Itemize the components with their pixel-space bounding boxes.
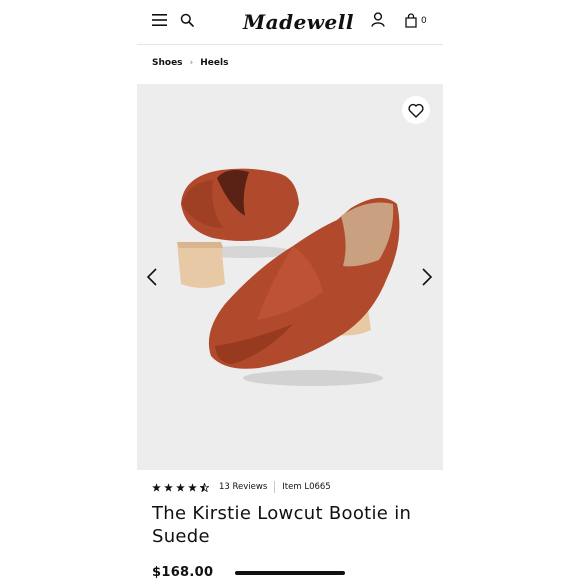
- product-price: $168.00: [152, 565, 214, 580]
- breadcrumb-heels[interactable]: Heels: [200, 58, 228, 68]
- product-page: Madewell 0 Shoes › Heels 13 Reviews Item…: [137, 0, 443, 580]
- divider: [274, 481, 276, 493]
- brand-logo[interactable]: Madewell: [243, 7, 353, 37]
- reviews-link[interactable]: 13 Reviews: [219, 482, 267, 492]
- next-image-arrow[interactable]: [421, 267, 433, 287]
- star-icon: [176, 482, 185, 492]
- product-image-carousel[interactable]: [137, 84, 443, 470]
- account-icon[interactable]: [371, 12, 385, 27]
- star-icon: [164, 482, 173, 492]
- half-star-icon: [200, 482, 209, 492]
- item-number: Item L0665: [282, 482, 331, 492]
- star-icon: [188, 482, 197, 492]
- heart-icon: [408, 103, 424, 118]
- product-image: [177, 168, 400, 386]
- breadcrumb: Shoes › Heels: [152, 56, 228, 70]
- breadcrumb-shoes[interactable]: Shoes: [152, 58, 183, 68]
- product-title: The Kirstie Lowcut Bootie in Suede: [152, 503, 412, 547]
- rating-row: 13 Reviews Item L0665: [152, 481, 331, 493]
- star-rating[interactable]: [152, 482, 209, 492]
- star-icon: [152, 482, 161, 492]
- top-navigation-bar: Madewell 0: [137, 0, 443, 45]
- shopping-bag-icon[interactable]: [405, 13, 417, 28]
- search-icon[interactable]: [180, 13, 194, 27]
- home-indicator: [235, 571, 345, 575]
- favorite-button[interactable]: [402, 96, 430, 124]
- bag-count: 0: [421, 16, 427, 26]
- chevron-right-icon: ›: [189, 58, 194, 68]
- previous-image-arrow[interactable]: [146, 267, 158, 287]
- menu-icon[interactable]: [152, 14, 167, 26]
